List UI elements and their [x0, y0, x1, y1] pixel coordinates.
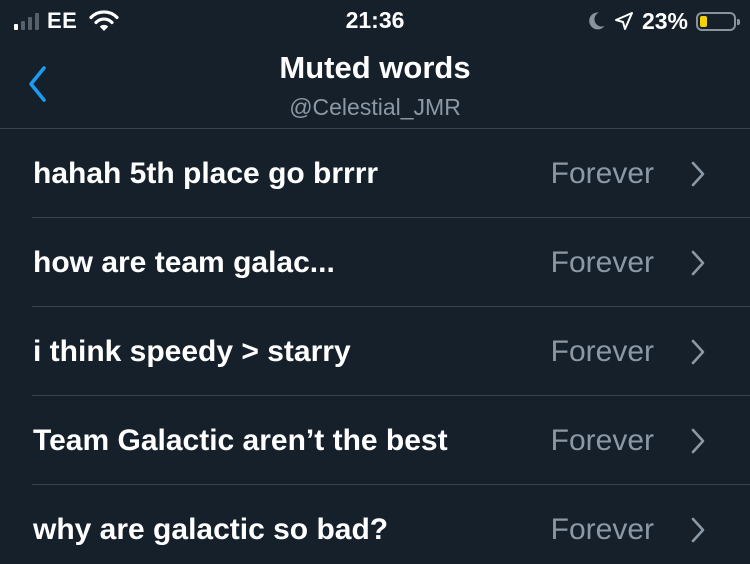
muted-word-text: how are team galac...: [33, 246, 335, 279]
moon-icon: [589, 12, 605, 30]
muted-word-text: i think speedy > starry: [33, 335, 351, 368]
nav-header: Muted words @Celestial_JMR: [0, 40, 750, 129]
chevron-right-icon: [691, 339, 705, 365]
battery-percent: 23%: [641, 7, 688, 34]
muted-word-text: why are galactic so bad?: [33, 513, 389, 546]
location-arrow-icon: [614, 12, 633, 30]
muted-words-screen: EE 21:36 23% Muted words @Celestial_JMR …: [0, 0, 750, 564]
muted-word-row[interactable]: i think speedy > starry Forever: [0, 307, 750, 396]
status-bar-right: 23%: [588, 7, 740, 34]
chevron-right-icon: [691, 517, 705, 543]
battery-icon: [696, 11, 740, 31]
chevron-right-icon: [691, 161, 705, 187]
battery-fill: [700, 15, 707, 27]
muted-duration: Forever: [550, 424, 654, 457]
muted-duration: Forever: [550, 335, 654, 368]
page-title: Muted words: [279, 50, 471, 85]
muted-duration: Forever: [550, 246, 654, 279]
muted-word-row[interactable]: hahah 5th place go brrrr Forever: [0, 129, 750, 218]
muted-word-row[interactable]: how are team galac... Forever: [0, 218, 750, 307]
muted-word-text: Team Galactic aren’t the best: [33, 424, 448, 457]
chevron-right-icon: [691, 250, 705, 276]
muted-word-row[interactable]: Team Galactic aren’t the best Forever: [0, 396, 750, 485]
chevron-right-icon: [691, 428, 705, 454]
muted-duration: Forever: [550, 157, 654, 190]
muted-word-row[interactable]: why are galactic so bad? Forever: [0, 485, 750, 564]
status-bar: EE 21:36 23%: [0, 0, 750, 40]
muted-word-text: hahah 5th place go brrrr: [33, 157, 379, 190]
page-subtitle: @Celestial_JMR: [289, 94, 461, 120]
muted-words-list: hahah 5th place go brrrr Forever how are…: [0, 129, 750, 564]
muted-duration: Forever: [550, 513, 654, 546]
